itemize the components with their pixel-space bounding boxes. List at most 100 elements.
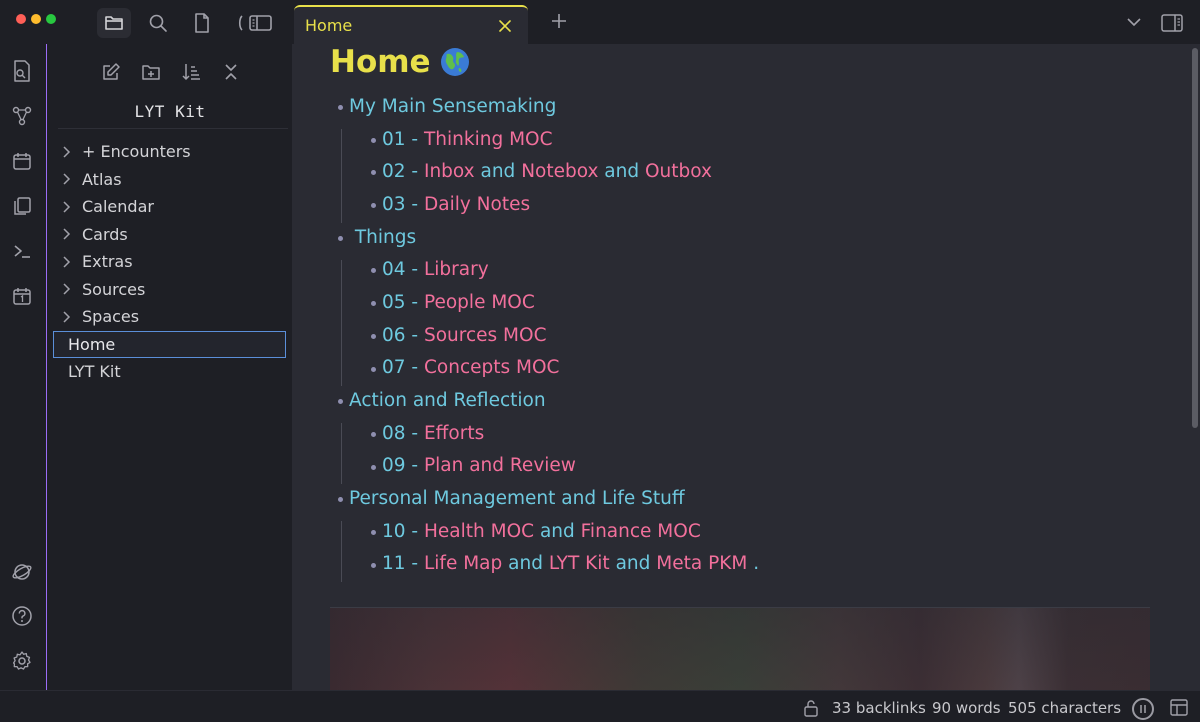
file-item[interactable]: Home [53, 330, 286, 358]
vault-name: LYT Kit [134, 102, 206, 121]
word-count: 90 words [932, 699, 1001, 717]
backlinks-count[interactable]: 33 backlinks [832, 699, 926, 717]
bullet [371, 529, 376, 535]
command-palette-icon[interactable] [8, 237, 36, 265]
minimize-window-button[interactable] [31, 14, 41, 24]
bullet [338, 399, 343, 405]
files-icon[interactable] [97, 8, 131, 38]
outline-text: 02 - [382, 161, 424, 183]
outline-item: 07 - Concepts MOC [336, 352, 1176, 385]
internal-link[interactable]: Outbox [645, 161, 712, 182]
chevron-down-icon[interactable] [1124, 12, 1144, 32]
pause-sync-icon[interactable] [1132, 698, 1154, 720]
chevron-right-icon[interactable] [62, 201, 76, 213]
new-tab-icon[interactable] [548, 10, 570, 32]
file-label: LYT Kit [68, 362, 121, 382]
vault-switcher-icon[interactable] [8, 558, 36, 586]
maximize-window-button[interactable] [46, 14, 56, 24]
search-icon[interactable] [141, 8, 175, 38]
lock-icon[interactable] [803, 699, 819, 717]
settings-icon[interactable] [8, 647, 36, 675]
note-title: Home [330, 44, 471, 80]
close-window-button[interactable] [16, 14, 26, 24]
chevron-right-icon[interactable] [62, 173, 76, 185]
chevron-right-icon[interactable] [62, 146, 76, 158]
outline-text: 10 - [382, 520, 424, 542]
new-note-icon[interactable] [97, 58, 125, 86]
collapse-sidebar-icon[interactable] [234, 8, 274, 38]
chevron-right-icon[interactable] [62, 256, 76, 268]
banner-shade [330, 608, 1150, 690]
outline-text: 06 - [382, 324, 424, 346]
folder-item[interactable]: Atlas [48, 166, 292, 194]
tab-title: Home [305, 16, 353, 35]
internal-link[interactable]: Finance MOC [581, 521, 701, 542]
folder-item[interactable]: Sources [48, 276, 292, 304]
note-title-text: Home [330, 44, 431, 80]
open-quick-switcher-icon[interactable] [8, 57, 36, 85]
bullet [371, 366, 376, 372]
folder-item[interactable]: Extras [48, 248, 292, 276]
tab-home[interactable]: Home [294, 5, 528, 44]
internal-link[interactable]: Meta PKM [656, 553, 747, 574]
internal-link[interactable]: Notebox [521, 161, 598, 182]
internal-link[interactable]: Plan and Review [424, 455, 576, 476]
templates-icon[interactable] [8, 192, 36, 220]
internal-link[interactable]: Life Map [424, 553, 502, 574]
outline-text: My Main Sensemaking [349, 95, 557, 117]
editor-pane[interactable]: Home My Main Sensemaking 01 - Thinking MO… [292, 44, 1200, 690]
new-folder-icon[interactable] [137, 58, 165, 86]
internal-link[interactable]: Sources MOC [424, 325, 547, 346]
outline-text: and [598, 161, 645, 183]
folder-label: Spaces [82, 307, 140, 327]
bullet [338, 105, 343, 110]
banner-image [330, 607, 1150, 690]
layout-icon[interactable] [1170, 699, 1188, 716]
note-outline: My Main Sensemaking 01 - Thinking MOC 02 -… [336, 90, 1176, 583]
file-item[interactable]: LYT Kit [48, 358, 292, 386]
daily-notes-icon[interactable] [8, 147, 36, 175]
help-icon[interactable] [8, 602, 36, 630]
globe-emoji-icon [439, 46, 471, 78]
internal-link[interactable]: Daily Notes [424, 194, 530, 215]
folder-item[interactable]: Cards [48, 221, 292, 249]
outline-text: 08 - [382, 422, 424, 444]
bullet [371, 137, 376, 143]
internal-link[interactable]: Library [424, 259, 489, 280]
internal-link[interactable]: LYT Kit [549, 553, 610, 574]
bookmarks-icon[interactable] [185, 8, 219, 38]
explorer-toolbar [48, 58, 292, 86]
internal-link[interactable]: Inbox [424, 161, 475, 182]
chevron-right-icon[interactable] [62, 311, 76, 323]
chevron-right-icon[interactable] [62, 283, 76, 295]
internal-link[interactable]: Concepts MOC [424, 357, 559, 378]
calendar-icon[interactable] [8, 282, 36, 310]
outline-item: 06 - Sources MOC [336, 319, 1176, 352]
editor-scrollbar[interactable] [1192, 48, 1198, 428]
internal-link[interactable]: Health MOC [424, 521, 534, 542]
bullet [371, 333, 376, 339]
outline-item: 02 - Inbox and Notebox and Outbox [336, 155, 1176, 188]
toggle-right-sidebar-icon[interactable] [1160, 12, 1184, 34]
internal-link[interactable]: Thinking MOC [424, 129, 553, 150]
graph-view-icon[interactable] [8, 102, 36, 130]
tab-bar: Home [292, 0, 1200, 44]
folder-label: + Encounters [82, 142, 191, 162]
folder-item[interactable]: + Encounters [48, 138, 292, 166]
outline-item: 04 - Library [336, 253, 1176, 286]
file-tree: + Encounters Atlas Calendar Cards Extras Sour… [48, 138, 292, 386]
close-icon[interactable] [496, 17, 514, 35]
internal-link[interactable]: Efforts [424, 423, 484, 444]
outline-text: and [534, 520, 581, 542]
outline-item: 03 - Daily Notes [336, 188, 1176, 221]
folder-item[interactable]: Calendar [48, 193, 292, 221]
sort-icon[interactable] [177, 58, 205, 86]
indent-guide [341, 423, 342, 485]
outline-text: Personal Management and Life Stuff [349, 488, 685, 510]
chevron-right-icon[interactable] [62, 228, 76, 240]
internal-link[interactable]: People MOC [424, 292, 535, 313]
outline-item: 11 - Life Map and LYT Kit and Meta PKM . [336, 548, 1176, 581]
collapse-all-icon[interactable] [217, 58, 245, 86]
folder-item[interactable]: Spaces [48, 303, 292, 331]
bullet [371, 301, 376, 307]
